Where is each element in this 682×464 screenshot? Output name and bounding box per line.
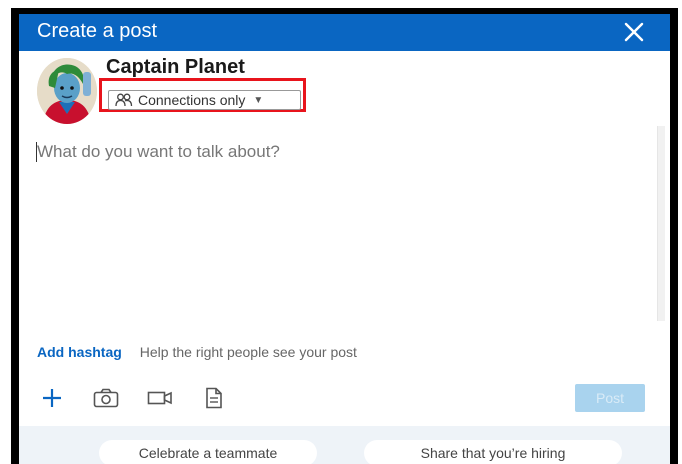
add-content-button[interactable] bbox=[37, 386, 67, 410]
post-button[interactable]: Post bbox=[575, 384, 645, 412]
visibility-label: Connections only bbox=[138, 92, 246, 108]
suggestion-chip-hiring[interactable]: Share that you’re hiring bbox=[364, 440, 622, 464]
hashtag-row: Add hashtag Help the right people see yo… bbox=[37, 344, 357, 360]
suggestion-chip-celebrate[interactable]: Celebrate a teammate bbox=[99, 440, 317, 464]
add-video-button[interactable] bbox=[145, 386, 175, 410]
visibility-dropdown[interactable]: Connections only ▼ bbox=[108, 90, 301, 110]
chevron-down-icon: ▼ bbox=[253, 94, 264, 106]
post-toolbar bbox=[37, 386, 229, 410]
people-icon bbox=[115, 93, 133, 107]
hashtag-help-text: Help the right people see your post bbox=[139, 344, 357, 360]
add-hashtag-button[interactable]: Add hashtag bbox=[37, 344, 122, 360]
avatar bbox=[37, 58, 97, 124]
plus-icon bbox=[43, 389, 61, 407]
author-name: Captain Planet bbox=[106, 56, 245, 78]
add-photo-button[interactable] bbox=[91, 386, 121, 410]
dialog-header: Create a post bbox=[19, 14, 670, 51]
video-icon bbox=[147, 391, 172, 405]
document-icon bbox=[206, 387, 222, 409]
text-cursor bbox=[36, 142, 37, 162]
camera-icon bbox=[93, 388, 119, 408]
close-button[interactable] bbox=[620, 18, 648, 46]
close-icon bbox=[624, 22, 644, 42]
post-text-input[interactable] bbox=[35, 134, 647, 324]
composer-scrollbar[interactable] bbox=[657, 126, 665, 321]
add-document-button[interactable] bbox=[199, 386, 229, 410]
dialog-title: Create a post bbox=[37, 20, 158, 42]
suggestion-bar: Celebrate a teammate Share that you’re h… bbox=[19, 426, 670, 464]
create-post-dialog: Create a post Captain Planet Connections… bbox=[19, 14, 670, 464]
